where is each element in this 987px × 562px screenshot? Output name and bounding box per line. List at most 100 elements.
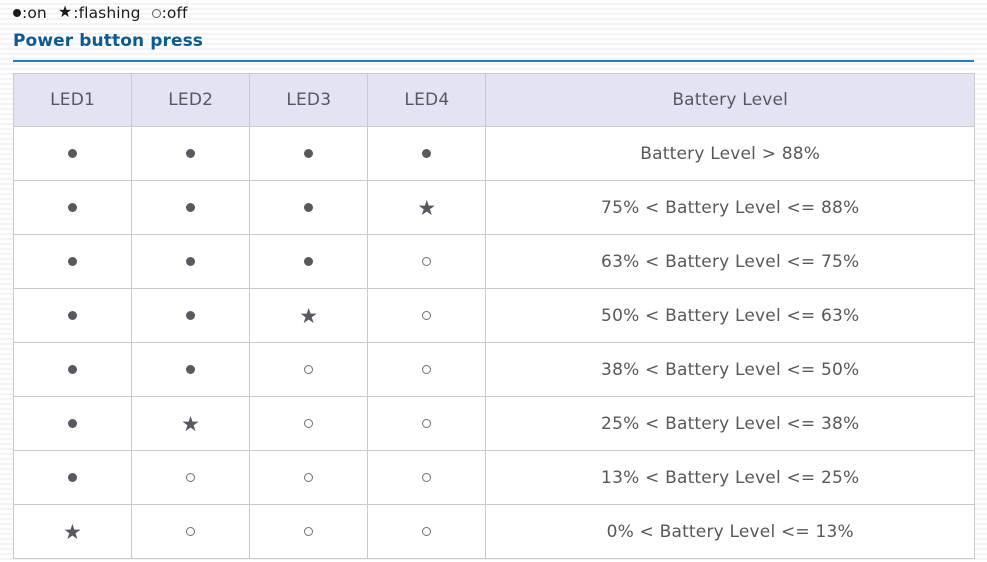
led-off-icon (422, 473, 432, 482)
battery-level-cell: 0% < Battery Level <= 13% (485, 504, 975, 559)
led-state-cell (367, 450, 487, 505)
legend-item-on: :on (13, 4, 47, 22)
battery-level-cell: 63% < Battery Level <= 75% (485, 234, 975, 289)
led-state-cell (131, 180, 251, 235)
led-state-cell: ★ (131, 396, 251, 451)
led-state-cell (131, 288, 251, 343)
table-row: ★ 50% < Battery Level <= 63% (12, 288, 975, 343)
led-state-cell (367, 342, 487, 397)
led-state-cell (131, 450, 251, 505)
table-row: Battery Level > 88% (12, 126, 975, 181)
led-state-cell (12, 342, 133, 397)
led-state-cell (131, 234, 251, 289)
led-state-cell (249, 450, 369, 505)
led-state-cell (367, 126, 487, 181)
filled-circle-icon (13, 9, 21, 17)
led-state-cell (249, 504, 369, 559)
led-flashing-icon: ★ (299, 304, 319, 328)
legend-item-off: :off (151, 4, 188, 22)
table-row: 38% < Battery Level <= 50% (12, 342, 975, 397)
led-flashing-icon: ★ (63, 520, 83, 544)
led-off-icon (422, 257, 432, 266)
led-state-cell (367, 288, 487, 343)
led-on-icon (304, 149, 314, 158)
legend-item-flashing: ★:flashing (57, 2, 141, 23)
column-header-battery-level: Battery Level (485, 73, 975, 127)
table-row: ★ 25% < Battery Level <= 38% (12, 396, 975, 451)
battery-level-cell: 38% < Battery Level <= 50% (485, 342, 975, 397)
led-on-icon (304, 203, 314, 212)
legend-label: :off (161, 4, 188, 22)
led-status-page: :on ★:flashing:off Power button press LED… (0, 0, 987, 562)
title-divider (13, 60, 974, 62)
table-row: ★ 0% < Battery Level <= 13% (12, 504, 975, 559)
led-state-cell: ★ (367, 180, 487, 235)
battery-level-cell: Battery Level > 88% (485, 126, 975, 181)
page-title: Power button press (13, 31, 204, 51)
led-on-icon (186, 311, 196, 320)
led-state-cell (249, 126, 369, 181)
led-on-icon (68, 311, 78, 320)
led-flashing-icon: ★ (181, 412, 201, 436)
led-state-cell (12, 450, 133, 505)
led-off-icon (304, 419, 314, 428)
led-state-cell (131, 342, 251, 397)
battery-level-cell: 50% < Battery Level <= 63% (485, 288, 975, 343)
table-row: ★ 75% < Battery Level <= 88% (12, 180, 975, 235)
led-on-icon (304, 257, 314, 266)
led-flashing-icon: ★ (417, 196, 437, 220)
led-state-cell (249, 180, 369, 235)
led-on-icon (68, 257, 78, 266)
led-state-cell (12, 126, 133, 181)
led-state-cell (131, 504, 251, 559)
led-state-cell: ★ (249, 288, 369, 343)
led-off-icon (186, 527, 196, 536)
led-state-cell (249, 396, 369, 451)
led-on-icon (68, 473, 78, 482)
led-off-icon (304, 473, 314, 482)
led-on-icon (68, 365, 78, 374)
led-off-icon (422, 419, 432, 428)
star-icon: ★ (57, 2, 73, 21)
led-state-cell (367, 504, 487, 559)
table-row: 13% < Battery Level <= 25% (12, 450, 975, 505)
led-state-cell (131, 126, 251, 181)
led-state-cell (12, 234, 133, 289)
led-state-cell (249, 342, 369, 397)
led-state-cell (249, 234, 369, 289)
led-off-icon (304, 527, 314, 536)
led-on-icon (186, 257, 196, 266)
led-state-cell (12, 396, 133, 451)
led-on-icon (68, 419, 78, 428)
led-state-cell (367, 234, 487, 289)
column-header-led4: LED4 (367, 73, 487, 127)
led-on-icon (186, 203, 196, 212)
column-header-led3: LED3 (249, 73, 369, 127)
column-header-led2: LED2 (131, 73, 251, 127)
led-battery-table: LED1 LED2 LED3 LED4 Battery Level Batter… (12, 73, 975, 559)
led-off-icon (186, 473, 196, 482)
led-off-icon (422, 527, 432, 536)
led-on-icon (186, 365, 196, 374)
led-off-icon (422, 311, 432, 320)
led-state-cell: ★ (12, 504, 133, 559)
led-off-icon (422, 365, 432, 374)
led-on-icon (68, 203, 78, 212)
legend: :on ★:flashing :off (13, 1, 188, 25)
table-header-row: LED1 LED2 LED3 LED4 Battery Level (12, 73, 975, 127)
led-state-cell (367, 396, 487, 451)
battery-level-cell: 25% < Battery Level <= 38% (485, 396, 975, 451)
open-circle-icon (151, 8, 161, 18)
table-body: Battery Level > 88% ★ 75% < Battery Level … (12, 126, 975, 559)
legend-label: :on (22, 4, 47, 22)
led-state-cell (12, 288, 133, 343)
column-header-led1: LED1 (12, 73, 133, 127)
led-on-icon (68, 149, 78, 158)
led-off-icon (304, 365, 314, 374)
table-header: LED1 LED2 LED3 LED4 Battery Level (12, 73, 975, 127)
table-row: 63% < Battery Level <= 75% (12, 234, 975, 289)
led-on-icon (422, 149, 432, 158)
led-state-cell (12, 180, 133, 235)
battery-level-cell: 13% < Battery Level <= 25% (485, 450, 975, 505)
legend-label: :flashing (73, 4, 141, 22)
